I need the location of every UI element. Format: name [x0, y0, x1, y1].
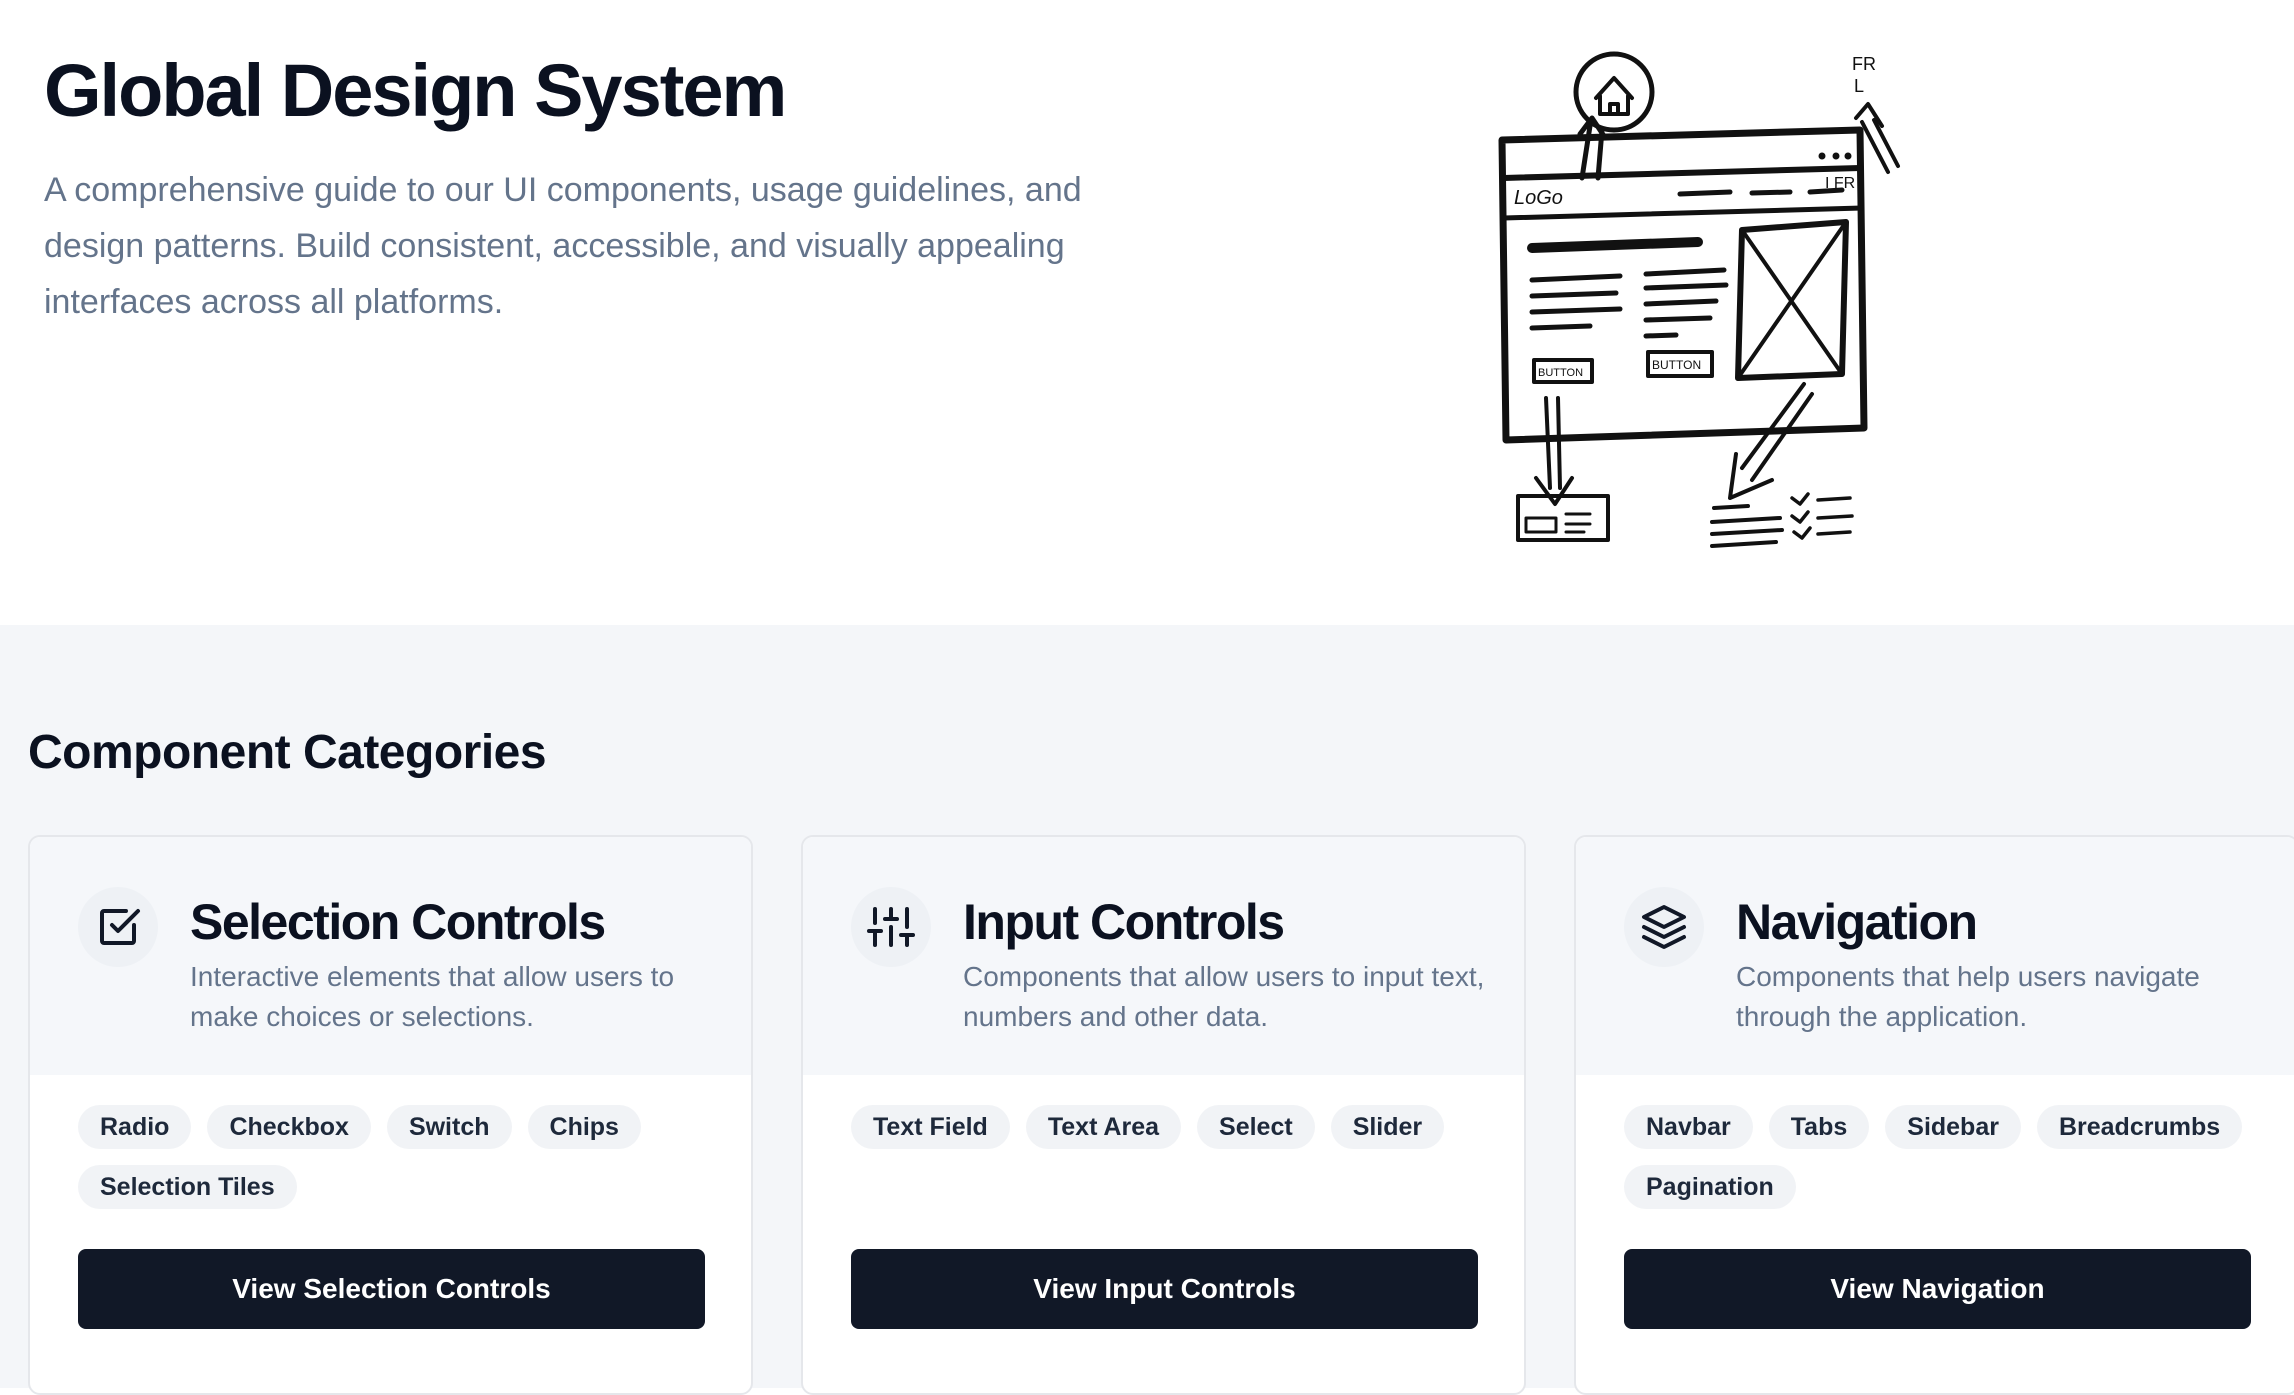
chip-text-area[interactable]: Text Area	[1025, 1105, 1182, 1149]
chip-navbar[interactable]: Navbar	[1624, 1105, 1753, 1149]
card-title: Selection Controls	[190, 894, 606, 950]
illustration-fr-text: FR	[1852, 54, 1876, 74]
card-description: Components that allow users to input tex…	[963, 961, 1485, 1032]
chip-list: Navbar Tabs Sidebar Breadcrumbs Paginati…	[1624, 1105, 2264, 1209]
chip-selection-tiles[interactable]: Selection Tiles	[78, 1165, 297, 1209]
illustration-fr-small: L	[1854, 76, 1864, 96]
chip-select[interactable]: Select	[1197, 1105, 1315, 1149]
component-categories-section: Component Categories Selection Controls …	[0, 625, 2294, 1395]
chip-slider[interactable]: Slider	[1330, 1105, 1445, 1149]
hero-description: A comprehensive guide to our UI componen…	[44, 171, 1082, 321]
card-title: Input Controls	[963, 894, 1285, 950]
illustration-logo-text: LoGo	[1514, 187, 1563, 209]
card-input-controls: Input Controls Components that allow use…	[801, 835, 1526, 1395]
view-input-controls-button[interactable]: View Input Controls	[851, 1249, 1478, 1329]
view-navigation-button[interactable]: View Navigation	[1624, 1249, 2251, 1329]
chip-pagination[interactable]: Pagination	[1624, 1165, 1796, 1209]
illustration-button-text-1: BUTTON	[1538, 367, 1583, 379]
card-description: Interactive elements that allow users to…	[190, 961, 675, 1032]
page-title: Global Design System	[44, 49, 787, 132]
card-navigation: Navigation Components that help users na…	[1574, 835, 2294, 1395]
chip-sidebar[interactable]: Sidebar	[1885, 1105, 2021, 1149]
layers-icon	[1624, 887, 1704, 967]
wireframe-illustration: LoGo I FR BUTTON BUTTON FR L	[1498, 51, 1900, 548]
illustration-button-text-2: BUTTON	[1652, 358, 1701, 372]
card-selection-controls: Selection Controls Interactive elements …	[28, 835, 753, 1395]
hero-section: Global Design System A comprehensive gui…	[0, 0, 2294, 625]
card-description: Components that help users navigate thro…	[1736, 961, 2200, 1032]
chip-breadcrumbs[interactable]: Breadcrumbs	[2036, 1105, 2243, 1149]
sliders-icon	[851, 887, 931, 967]
chip-chips[interactable]: Chips	[527, 1105, 641, 1149]
chip-radio[interactable]: Radio	[78, 1105, 192, 1149]
chip-checkbox[interactable]: Checkbox	[207, 1105, 371, 1149]
view-selection-controls-button[interactable]: View Selection Controls	[78, 1249, 705, 1329]
chip-tabs[interactable]: Tabs	[1768, 1105, 1870, 1149]
section-title: Component Categories	[28, 726, 547, 779]
chip-text-field[interactable]: Text Field	[851, 1105, 1010, 1149]
card-title: Navigation	[1736, 894, 1978, 950]
chip-list: Text Field Text Area Select Slider	[851, 1105, 1491, 1149]
checkbox-icon	[78, 887, 158, 967]
chip-list: Radio Checkbox Switch Chips Selection Ti…	[78, 1105, 718, 1209]
chip-switch[interactable]: Switch	[386, 1105, 512, 1149]
